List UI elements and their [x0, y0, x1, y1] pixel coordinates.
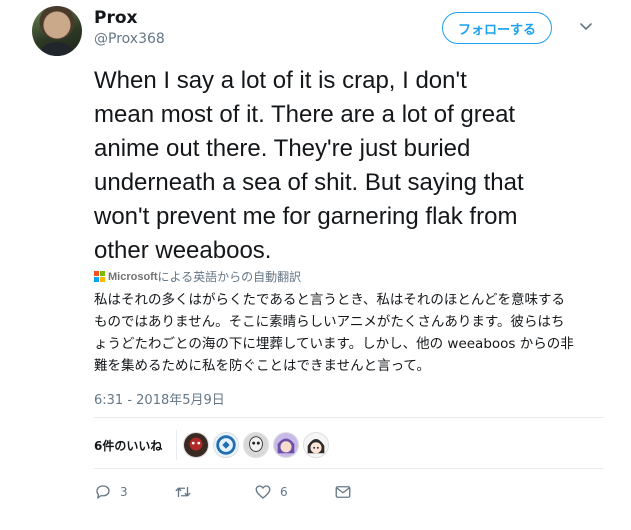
liker-avatar-2[interactable] [213, 432, 240, 458]
liker-avatar-4[interactable] [273, 432, 300, 458]
retweet-button[interactable] [174, 482, 254, 502]
likes-summary: 6件のいいね [94, 430, 333, 460]
heart-icon [255, 485, 271, 499]
envelope-icon [335, 486, 351, 498]
like-count: 6 [280, 485, 288, 499]
liker-avatar-1[interactable] [183, 432, 210, 458]
follow-button[interactable]: フォローする [442, 12, 552, 44]
direct-message-button[interactable] [334, 482, 352, 502]
reply-icon [96, 485, 110, 499]
translation-attribution[interactable]: Microsoft による英語からの自動翻訳 [94, 268, 301, 285]
divider [94, 468, 604, 469]
tweet-actions: 3 6 [94, 482, 352, 502]
liker-avatar-5[interactable] [303, 432, 330, 458]
reply-button[interactable]: 3 [94, 482, 174, 502]
divider [176, 430, 178, 460]
like-button[interactable]: 6 [254, 482, 334, 502]
display-name[interactable]: Prox [94, 8, 138, 28]
retweet-icon [175, 486, 191, 498]
likes-count[interactable]: 6件のいいね [94, 437, 162, 454]
chevron-down-icon[interactable] [578, 18, 594, 34]
microsoft-brand: Microsoft [108, 270, 158, 283]
tweet-timestamp[interactable]: 6:31 - 2018年5月9日 [94, 389, 225, 408]
divider [94, 417, 604, 418]
microsoft-logo-icon [94, 270, 106, 283]
translation-label: による英語からの自動翻訳 [157, 270, 302, 284]
translated-text: 私はそれの多くはがらくたであると言うとき、私はそれのほとんどを意味する ものでは… [94, 292, 574, 374]
tweet-text: When I say a lot of it is crap, I don't … [94, 67, 524, 264]
liker-avatar-3[interactable] [243, 432, 270, 458]
reply-count: 3 [120, 485, 128, 499]
user-handle[interactable]: @Prox368 [94, 31, 165, 47]
user-avatar[interactable] [32, 6, 82, 56]
